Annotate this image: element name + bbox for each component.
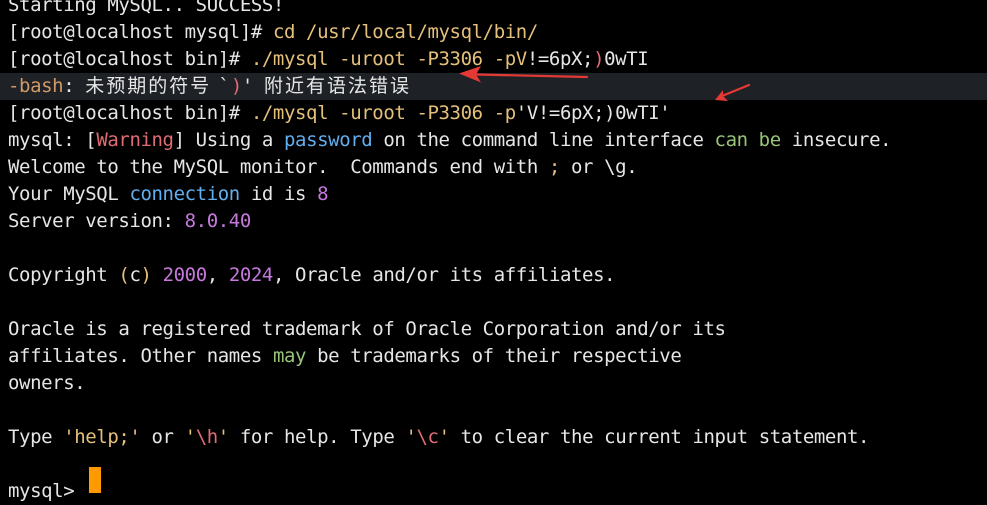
terminal-text-segment: ; (548, 156, 560, 178)
terminal-text-segment: ) (140, 264, 152, 286)
terminal-text-segment: 附近有语法错误 (263, 75, 411, 97)
terminal-text-segment: 未预期的符号 ` (85, 75, 231, 97)
terminal-text-segment: can be (714, 129, 782, 151)
terminal-text-segment: Type (8, 426, 64, 448)
terminal-line: Oracle is a registered trademark of Orac… (8, 316, 726, 343)
block-cursor-icon (89, 467, 101, 493)
terminal-text-segment: ./mysql -uroot -P3306 -p (250, 102, 516, 124)
terminal-text-segment: owners. (8, 372, 86, 394)
terminal-line: [root@localhost bin]# ./mysql -uroot -P3… (8, 46, 649, 73)
terminal-text-segment: , (206, 264, 229, 286)
terminal-text-segment: ' (184, 426, 196, 448)
terminal-line: Type 'help;' or '\h' for help. Type '\c'… (8, 424, 869, 451)
terminal-text-segment: , Oracle and/or its affiliates. (272, 264, 616, 286)
terminal-text-segment: id is (239, 183, 318, 205)
terminal-text-segment: Warning (96, 129, 174, 151)
terminal-text-segment: : (63, 75, 86, 97)
terminal-text-segment: to clear the current input statement. (449, 426, 870, 448)
terminal-text-segment: 8 (317, 183, 329, 205)
terminal-line: [root@localhost bin]# ./mysql -uroot -P3… (8, 100, 671, 127)
terminal-text-segment: Your MySQL (8, 183, 130, 205)
terminal-text-segment: ' (217, 426, 229, 448)
terminal-text-segment: \h (195, 426, 218, 448)
terminal-text-segment: ( (118, 264, 130, 286)
terminal-text-segment: ' (241, 75, 264, 97)
terminal-line: Welcome to the MySQL monitor. Commands e… (8, 154, 638, 181)
terminal-text-segment: ' (438, 426, 450, 448)
terminal-text-segment: cd /usr/local/mysql/bin/ (272, 21, 538, 43)
terminal-line: -bash: 未预期的符号 `)' 附近有语法错误 (0, 73, 987, 100)
terminal-text-segment: ) (593, 48, 605, 70)
terminal-line: Copyright (c) 2000, 2024, Oracle and/or … (8, 262, 616, 289)
terminal-text-segment: Welcome to the MySQL monitor. Commands e… (8, 156, 549, 178)
terminal-text-segment: mysql: (8, 129, 86, 151)
terminal-text-segment: [root@localhost mysql]# (8, 21, 273, 43)
terminal-text-segment: c (129, 264, 141, 286)
terminal-text-segment: 'help;' (63, 426, 141, 448)
terminal-text-segment: Starting MySQL.. SUCCESS! (8, 0, 284, 16)
terminal-line: affiliates. Other names may be trademark… (8, 343, 682, 370)
terminal-text-segment: may (272, 345, 307, 367)
terminal-text-segment: insecure. (780, 129, 892, 151)
terminal-text-segment: mysql> (8, 480, 86, 502)
terminal-text-segment: 2000 (162, 264, 208, 286)
terminal-text-segment: ) (230, 75, 242, 97)
terminal-line: [root@localhost mysql]# cd /usr/local/my… (8, 19, 538, 46)
terminal-line: owners. (8, 370, 86, 397)
terminal-text-segment: [root@localhost bin]# (8, 48, 251, 70)
terminal-text-segment: ./mysql -uroot -P3306 -pV (250, 48, 527, 70)
terminal-text-segment: ] Using a (173, 129, 284, 151)
terminal-text-segment: Copyright (8, 264, 119, 286)
terminal-text-segment: 0wTI (604, 48, 649, 70)
terminal-text-segment: be trademarks of their respective (306, 345, 682, 367)
terminal-text-segment: [root@localhost bin]# (8, 102, 251, 124)
terminal-line: Server version: 8.0.40 (8, 208, 251, 235)
terminal-text-segment: !=6pX; (526, 48, 594, 70)
terminal-text-segment: 2024 (228, 264, 274, 286)
terminal-text-segment: affiliates. Other names (8, 345, 273, 367)
terminal-text-segment: for help. Type (228, 426, 406, 448)
terminal-line: mysql: [Warning] Using a password on the… (8, 127, 892, 154)
terminal-text-segment: Oracle is a registered trademark of Orac… (8, 318, 726, 340)
terminal-text-segment: Server version: (8, 210, 185, 232)
terminal-text-segment: 'V!=6pX;)0wTI' (515, 102, 671, 124)
terminal-line: Your MySQL connection id is 8 (8, 181, 329, 208)
terminal-text-segment: \c (416, 426, 439, 448)
terminal-window[interactable]: Starting MySQL.. SUCCESS! [root@localhost… (0, 0, 987, 502)
terminal-text-segment: connection (129, 183, 240, 205)
terminal-text-segment: 8.0.40 (184, 210, 252, 232)
terminal-text-segment: ' (405, 426, 417, 448)
terminal-text-segment: or (140, 426, 185, 448)
terminal-text-segment: password (284, 129, 373, 151)
terminal-text-segment: or \g. (559, 156, 638, 178)
terminal-text-segment: on the command line interface (372, 129, 715, 151)
terminal-text-segment: [ (85, 129, 97, 151)
terminal-text-segment: -bash (8, 75, 64, 97)
terminal-line: Starting MySQL.. SUCCESS! (8, 0, 284, 19)
